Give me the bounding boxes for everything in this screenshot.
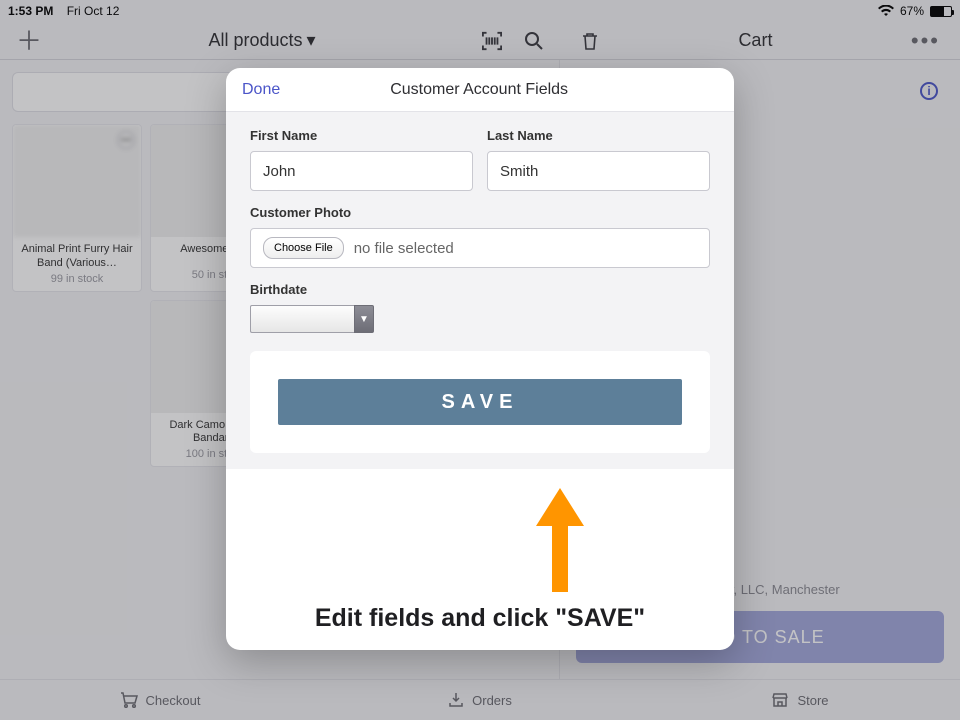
save-button[interactable]: SAVE [278,379,682,425]
pointer-arrow-icon [536,488,584,592]
no-file-text: no file selected [354,240,454,257]
chevron-down-icon[interactable]: ▼ [354,305,374,333]
first-name-input[interactable] [250,151,473,191]
photo-label: Customer Photo [250,205,710,220]
birthdate-select[interactable]: ▼ [250,305,710,333]
last-name-label: Last Name [487,128,710,143]
instruction-text: Edit fields and click "SAVE" [226,604,734,633]
modal-title: Customer Account Fields [280,81,718,99]
first-name-label: First Name [250,128,473,143]
choose-file-button[interactable]: Choose File [263,237,344,259]
last-name-input[interactable] [487,151,710,191]
birthdate-label: Birthdate [250,282,710,297]
photo-file-input[interactable]: Choose File no file selected [250,228,710,268]
customer-fields-modal: Done Customer Account Fields First Name … [226,68,734,650]
done-button[interactable]: Done [242,81,280,99]
